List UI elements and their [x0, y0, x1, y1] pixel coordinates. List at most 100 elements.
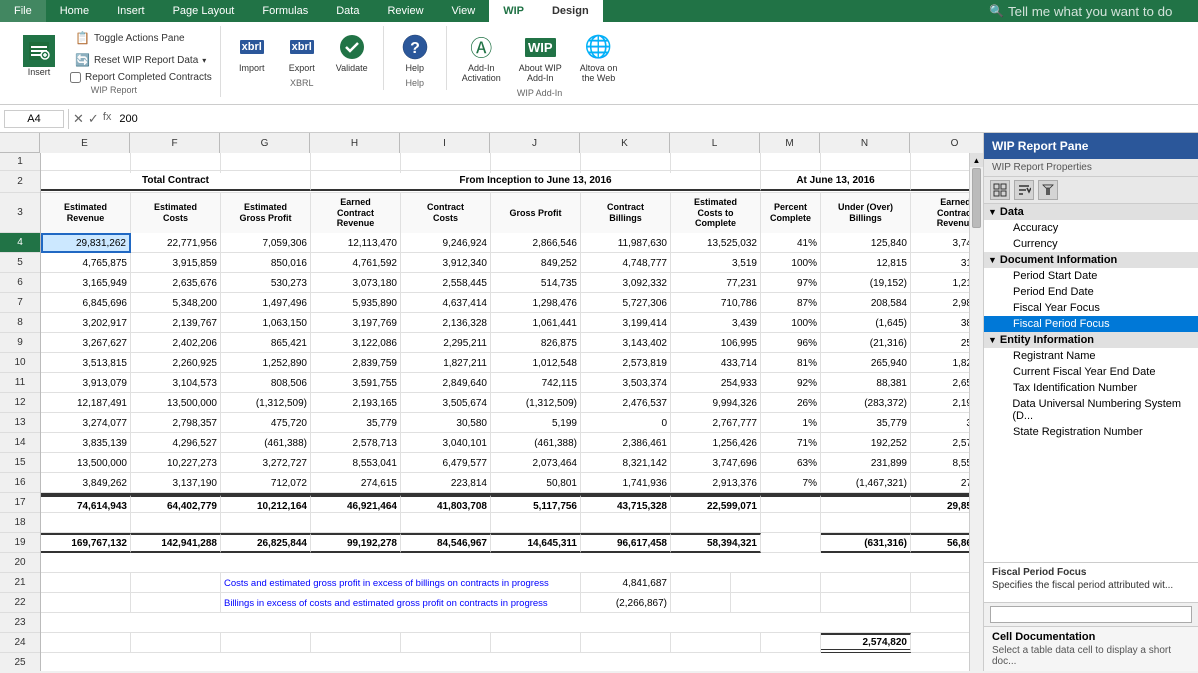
row-header-13[interactable]: 13	[0, 413, 40, 433]
cell-h7[interactable]: 5,935,890	[311, 293, 401, 313]
registrant-item[interactable]: Registrant Name	[984, 348, 1198, 364]
cell-l13[interactable]: 2,767,777	[671, 413, 761, 433]
col-header-j[interactable]: J	[490, 133, 580, 153]
cell-f17[interactable]: 64,402,779	[131, 495, 221, 515]
cell-l17[interactable]: 22,599,071	[671, 495, 761, 515]
cell-k6[interactable]: 3,092,332	[581, 273, 671, 293]
cell-i15[interactable]: 6,479,577	[401, 453, 491, 473]
cell-f8[interactable]: 2,139,767	[131, 313, 221, 333]
cell-e12[interactable]: 12,187,491	[41, 393, 131, 413]
cell-j9[interactable]: 826,875	[491, 333, 581, 353]
cell-l9[interactable]: 106,995	[671, 333, 761, 353]
tab-data[interactable]: Data	[322, 0, 373, 22]
cell-i14[interactable]: 3,040,101	[401, 433, 491, 453]
ribbon-search-input[interactable]	[1008, 4, 1188, 19]
cell-h6[interactable]: 3,073,180	[311, 273, 401, 293]
cell-m4[interactable]: 41%	[761, 233, 821, 253]
cell-j18[interactable]	[491, 513, 581, 533]
cell-o7[interactable]: 2,985,189	[911, 293, 969, 313]
cell-m8[interactable]: 100%	[761, 313, 821, 333]
cell-m13[interactable]: 1%	[761, 413, 821, 433]
cell-g19[interactable]: 26,825,844	[221, 533, 311, 553]
fiscal-period-item[interactable]: Fiscal Period Focus	[984, 316, 1198, 332]
cell-o13[interactable]: 35,779	[911, 413, 969, 433]
cell-j11[interactable]: 742,115	[491, 373, 581, 393]
cell-estimated-gross-profit-header[interactable]: EstimatedGross Profit	[221, 193, 311, 233]
cell-k5[interactable]: 4,748,777	[581, 253, 671, 273]
cell-e18[interactable]	[41, 513, 131, 533]
cell-i8[interactable]: 2,136,328	[401, 313, 491, 333]
cell-e19[interactable]: 169,767,132	[41, 533, 131, 553]
cell-g1[interactable]	[221, 153, 311, 173]
cell-l14[interactable]: 1,256,426	[671, 433, 761, 453]
scroll-thumb[interactable]	[972, 168, 981, 228]
vertical-scrollbar[interactable]: ▲ ▼	[969, 153, 983, 671]
cell-m7[interactable]: 87%	[761, 293, 821, 313]
cell-i1[interactable]	[401, 153, 491, 173]
row-header-7[interactable]: 7	[0, 293, 40, 313]
cell-g18[interactable]	[221, 513, 311, 533]
cell-e9[interactable]: 3,267,627	[41, 333, 131, 353]
cell-estimated-revenue-header[interactable]: EstimatedRevenue	[41, 193, 131, 233]
cell-e1[interactable]	[41, 153, 131, 173]
row-header-11[interactable]: 11	[0, 373, 40, 393]
cell-n17[interactable]	[821, 495, 911, 515]
cell-earned-contract-revenue2-header[interactable]: EarnedContractRevenue	[911, 193, 969, 233]
cell-m1[interactable]	[761, 153, 821, 173]
cell-n19[interactable]: (631,316)	[821, 533, 911, 553]
cell-e15[interactable]: 13,500,000	[41, 453, 131, 473]
cell-h18[interactable]	[311, 513, 401, 533]
col-header-i[interactable]: I	[400, 133, 490, 153]
cell-for-period[interactable]: For the Period Ended June 13, 2016	[911, 171, 969, 191]
cell-j15[interactable]: 2,073,464	[491, 453, 581, 473]
cell-l12[interactable]: 9,994,326	[671, 393, 761, 413]
row-header-25[interactable]: 25	[0, 653, 40, 671]
cell-o18[interactable]	[911, 513, 969, 533]
cell-f15[interactable]: 10,227,273	[131, 453, 221, 473]
cell-n13[interactable]: 35,779	[821, 413, 911, 433]
cell-g9[interactable]: 865,421	[221, 333, 311, 353]
scroll-track[interactable]	[970, 229, 983, 671]
cell-k16[interactable]: 1,741,936	[581, 473, 671, 493]
col-header-h[interactable]: H	[310, 133, 400, 153]
cell-i12[interactable]: 3,505,674	[401, 393, 491, 413]
cell-h12[interactable]: 2,193,165	[311, 393, 401, 413]
cell-k18[interactable]	[581, 513, 671, 533]
cell-k17[interactable]: 43,715,328	[581, 495, 671, 515]
cell-m9[interactable]: 96%	[761, 333, 821, 353]
row-header-23[interactable]: 23	[0, 613, 40, 633]
cell-i16[interactable]: 223,814	[401, 473, 491, 493]
cell-contract-billings-header[interactable]: ContractBillings	[581, 193, 671, 233]
accuracy-item[interactable]: Accuracy	[984, 220, 1198, 236]
cell-h16[interactable]: 274,615	[311, 473, 401, 493]
about-wip-button[interactable]: WIP About WIPAdd-In	[512, 28, 569, 86]
cell-l1[interactable]	[671, 153, 761, 173]
cell-h15[interactable]: 8,553,041	[311, 453, 401, 473]
cell-e8[interactable]: 3,202,917	[41, 313, 131, 333]
property-input[interactable]	[990, 606, 1192, 623]
cell-f19[interactable]: 142,941,288	[131, 533, 221, 553]
tab-design[interactable]: Design	[538, 0, 603, 22]
cell-earned-contract-revenue-header[interactable]: EarnedContractRevenue	[311, 193, 401, 233]
cell-j19[interactable]: 14,645,311	[491, 533, 581, 553]
cell-contract-costs-header[interactable]: ContractCosts	[401, 193, 491, 233]
cell-h14[interactable]: 2,578,713	[311, 433, 401, 453]
cell-k14[interactable]: 2,386,461	[581, 433, 671, 453]
period-end-item[interactable]: Period End Date	[984, 284, 1198, 300]
row-header-16[interactable]: 16	[0, 473, 40, 493]
cell-g10[interactable]: 1,252,890	[221, 353, 311, 373]
cell-o8[interactable]: 386,839	[911, 313, 969, 333]
cell-h9[interactable]: 3,122,086	[311, 333, 401, 353]
cell-j14[interactable]: (461,388)	[491, 433, 581, 453]
row-header-14[interactable]: 14	[0, 433, 40, 453]
cell-h17[interactable]: 46,921,464	[311, 495, 401, 515]
col-header-m[interactable]: M	[760, 133, 820, 153]
cell-l4[interactable]: 13,525,032	[671, 233, 761, 253]
cell-n8[interactable]: (1,645)	[821, 313, 911, 333]
scroll-up-btn[interactable]: ▲	[970, 153, 983, 167]
cell-f1[interactable]	[131, 153, 221, 173]
row-header-4[interactable]: 4	[0, 233, 40, 253]
sort-toolbar-btn[interactable]	[1014, 180, 1034, 200]
cell-h13[interactable]: 35,779	[311, 413, 401, 433]
add-in-activation-button[interactable]: Ⓐ Add-InActivation	[455, 28, 508, 86]
